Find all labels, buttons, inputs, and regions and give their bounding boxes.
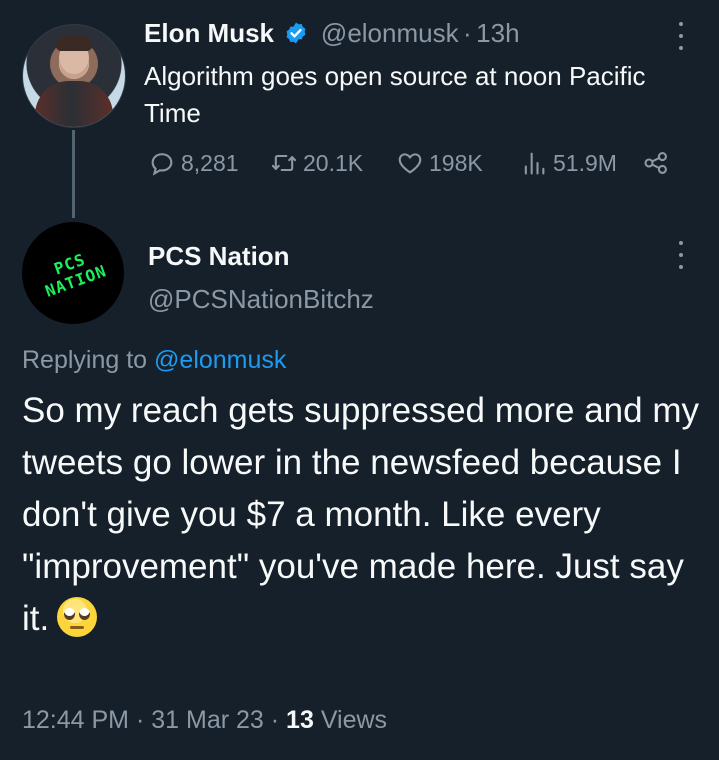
parent-tweet-text: Algorithm goes open source at noon Pacif… (144, 61, 646, 128)
replying-to-mention[interactable]: @elonmusk (154, 346, 286, 374)
parent-tweet-header: Elon Musk @elonmusk · 13h (144, 18, 520, 49)
retweet-count: 20.1K (303, 149, 364, 176)
share-icon (644, 152, 667, 174)
thread-connector-line (72, 130, 75, 218)
reply-views-label: Views (320, 706, 388, 734)
retweet-icon (271, 154, 297, 172)
reply-more-options-icon[interactable] (672, 241, 690, 269)
verified-badge-icon (284, 21, 308, 45)
retweet-button[interactable]: 20.1K (270, 145, 363, 181)
reply-views-count[interactable]: 13 (286, 706, 314, 734)
tweet-age[interactable]: 13h (476, 18, 519, 48)
meta-separator: · (270, 706, 280, 734)
reply-date[interactable]: 31 Mar 23 (151, 706, 264, 734)
pcs-nation-avatar[interactable]: PCS NATION (22, 222, 124, 324)
reply-icon (151, 153, 173, 176)
replying-to-label: Replying to (22, 346, 155, 374)
reply-tweet-text: So my reach gets suppressed more and my … (22, 391, 699, 638)
views-chart-icon (524, 152, 545, 175)
elon-musk-avatar[interactable] (22, 24, 126, 128)
author-name[interactable]: Elon Musk (144, 18, 274, 48)
reply-author-handle[interactable]: @PCSNationBitchz (148, 284, 374, 315)
meta-separator: · (135, 706, 145, 734)
reply-author-name[interactable]: PCS Nation (148, 241, 290, 272)
pcs-nation-logo: PCS NATION (42, 249, 110, 301)
like-button[interactable]: 198K (396, 145, 483, 181)
views-button[interactable]: 51.9M (520, 145, 617, 181)
reply-button[interactable]: 8,281 (148, 145, 239, 181)
heart-icon (398, 153, 422, 174)
share-button[interactable] (642, 145, 675, 181)
parent-tweet-actions: 8,281 20.1K 198K 51.9M (148, 145, 688, 185)
reply-count: 8,281 (181, 149, 239, 176)
author-handle[interactable]: @elonmusk (321, 18, 459, 48)
reply-tweet-body: So my reach gets suppressed more and my … (22, 385, 702, 645)
views-count: 51.9M (553, 149, 617, 176)
like-count: 198K (429, 149, 483, 176)
separator-dot: · (463, 18, 472, 48)
face-with-rolling-eyes-icon (57, 597, 98, 637)
reply-time[interactable]: 12:44 PM (22, 706, 129, 734)
reply-tweet-meta: 12:44 PM · 31 Mar 23 · 13 Views (22, 706, 387, 735)
parent-more-options-icon[interactable] (672, 22, 690, 50)
replying-to-line: Replying to @elonmusk (22, 346, 286, 375)
